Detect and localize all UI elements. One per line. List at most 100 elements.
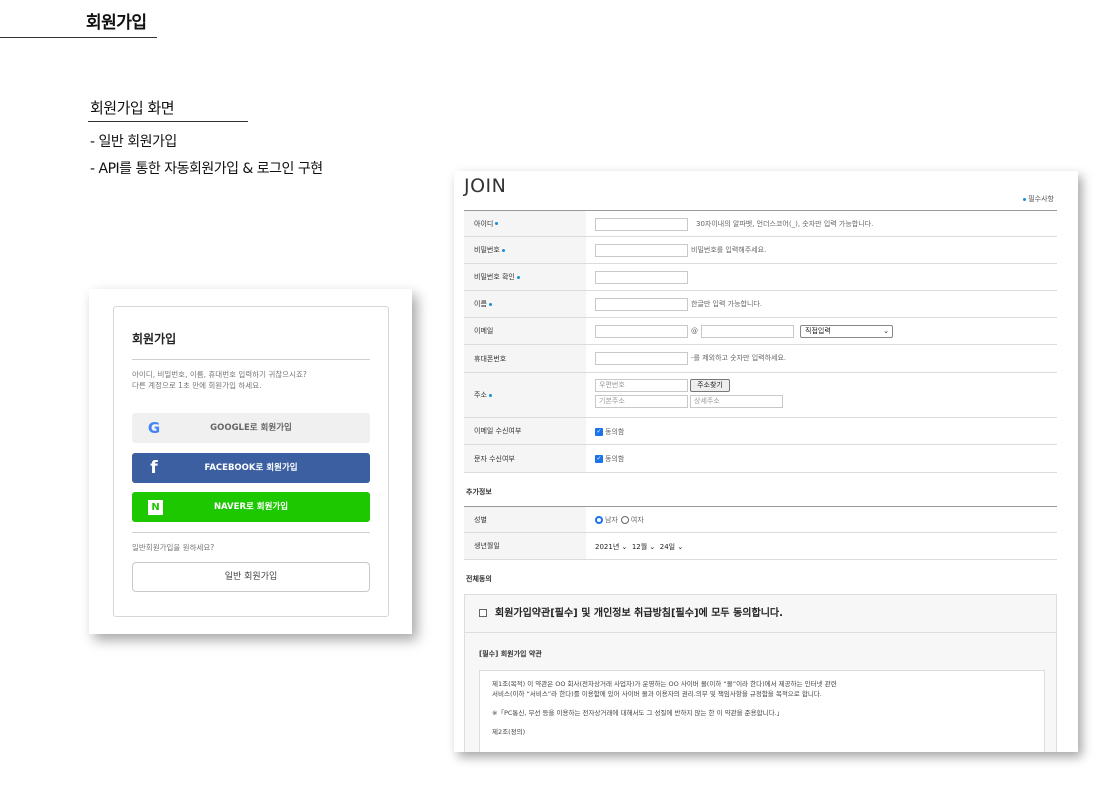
description-line: 다른 계정으로 1초 만에 회원가입 하세요. [132,381,262,390]
gender-female-label: 여자 [630,516,644,524]
facebook-signup-button[interactable]: f FACEBOOK로 회원가입 [132,453,370,483]
gender-radio-group: 남자 여자 [595,515,644,525]
required-dot-icon [495,222,499,225]
agree-heading: 전체동의 [466,575,492,583]
gender-male-label: 남자 [605,516,618,524]
signup-card-description: 아이디, 비밀번호, 이름, 휴대번호 입력하기 귀찮으시죠? 다른 계정으로 … [132,369,372,391]
terms-line: 제2조(정의) [492,728,526,736]
password-confirm-label: 비밀번호 확인 [464,264,586,290]
google-signup-button[interactable]: G GOOGLE로 회원가입 [132,413,370,443]
id-hint: 30자이내의 알파벳, 언더스코어(_), 숫자만 입력 가능합니다. [696,220,874,228]
facebook-signup-label: FACEBOOK로 회원가입 [204,463,298,473]
required-note: 필수사항 [1021,194,1054,204]
checkbox-checked-icon: ✓ [595,428,603,436]
section-title: 회원가입 화면 [90,99,175,117]
terms-line: ※「PC통신, 무선 등을 이용하는 전자상거래에 대해서도 그 성질에 반하지… [492,709,784,717]
gender-cell: 남자 여자 [595,507,1057,532]
signup-card-title: 회원가입 [132,332,177,346]
address-label: 주소 [464,373,586,417]
email-receive-value: 동의함 [605,428,625,436]
email-domain-input[interactable] [701,325,794,338]
radio-selected-icon[interactable] [595,516,603,524]
phone-cell: -를 제외하고 숫자만 입력하세요. [595,345,1057,372]
email-cell: @ 직접입력 ⌄ [595,318,1057,344]
id-input[interactable] [595,218,688,231]
extra-info-heading: 추가정보 [466,488,492,496]
required-note-label: 필수사항 [1028,195,1054,203]
birth-month-value: 12월 [631,543,648,551]
join-title: JOIN [464,175,507,197]
chevron-down-icon: ⌄ [621,543,628,551]
agree-all-checkbox[interactable]: 회원가입약관[필수] 및 개인정보 취급방침[필수]에 모두 동의합니다. [465,595,1056,633]
divider [132,532,370,533]
birth-day-select[interactable]: 24일 ⌄ [660,543,683,551]
form-row-id: 아이디 30자이내의 알파벳, 언더스코어(_), 숫자만 입력 가능합니다. [464,210,1057,237]
sms-receive-label: 문자 수신여부 [464,445,586,472]
description-line: 아이디, 비밀번호, 이름, 휴대번호 입력하기 귀찮으시죠? [132,370,307,379]
phone-label: 휴대폰번호 [464,345,586,372]
google-icon: G [147,419,161,437]
email-label: 이메일 [464,318,586,344]
address-cell: 우편번호 주소찾기 기본주소 상세주소 [595,373,1057,417]
google-signup-label: GOOGLE로 회원가입 [210,423,292,433]
name-input[interactable] [595,298,688,311]
bullet-api-signup: - API를 통한 자동회원가입 & 로그인 구현 [90,161,323,177]
detail-address-input[interactable]: 상세주소 [690,395,783,408]
radio-unselected-icon[interactable] [620,516,629,524]
normal-signup-button[interactable]: 일반 회원가입 [132,562,370,592]
zip-input[interactable]: 우편번호 [595,379,688,392]
facebook-icon: f [150,458,158,478]
form-row-name: 이름 한글만 입력 가능합니다. [464,291,1057,318]
email-receive-cell: ✓ 동의함 [595,418,1057,444]
sms-receive-value: 동의함 [605,455,625,463]
birth-month-select[interactable]: 12월 ⌄ [632,543,655,551]
password-input[interactable] [595,244,688,257]
form-row-password-confirm: 비밀번호 확인 [464,264,1057,291]
id-cell: 30자이내의 알파벳, 언더스코어(_), 숫자만 입력 가능합니다. [595,211,1057,236]
id-label-text: 아이디 [474,219,494,228]
form-row-email: 이메일 @ 직접입력 ⌄ [464,318,1057,345]
section-title-underline [88,121,248,122]
find-address-button[interactable]: 주소찾기 [690,379,730,392]
required-dot-icon [501,248,505,252]
form-row-gender: 성별 남자 여자 [464,506,1057,533]
email-receive-label: 이메일 수신여부 [464,418,586,444]
email-domain-select[interactable]: 직접입력 ⌄ [800,325,893,338]
form-row-password: 비밀번호 비밀번호를 입력해주세요. [464,237,1057,264]
naver-signup-button[interactable]: N NAVER로 회원가입 [132,492,370,522]
terms-line: 제1조(목적) 이 약관은 OO 회사(전자상거래 사업자)가 운영하는 OO … [492,680,837,688]
email-id-input[interactable] [595,325,688,338]
birth-selects: 2021년 ⌄ 12월 ⌄ 24일 ⌄ [595,542,683,552]
name-label: 이름 [464,291,586,317]
birth-label: 생년월일 [464,533,586,559]
phone-input[interactable] [595,352,688,365]
phone-hint: -를 제외하고 숫자만 입력하세요. [691,354,787,362]
signup-card: 회원가입 아이디, 비밀번호, 이름, 휴대번호 입력하기 귀찮으시죠? 다른 … [113,306,389,617]
naver-icon: N [148,500,163,515]
chevron-down-icon: ⌄ [649,543,656,551]
sms-receive-checkbox[interactable]: ✓ 동의함 [595,454,624,464]
address-label-text: 주소 [474,391,487,399]
required-dot-icon [488,393,492,397]
agree-all-label: 회원가입약관[필수] 및 개인정보 취급방침[필수]에 모두 동의합니다. [495,608,783,619]
terms-textarea[interactable]: 제1조(목적) 이 약관은 OO 회사(전자상거래 사업자)가 운영하는 OO … [479,670,1045,752]
password-label-text: 비밀번호 [474,246,500,254]
form-row-birth: 생년월일 2021년 ⌄ 12월 ⌄ 24일 ⌄ [464,533,1057,560]
password-label: 비밀번호 [464,237,586,263]
password-cell: 비밀번호를 입력해주세요. [595,237,1057,263]
gender-label: 성별 [464,507,586,532]
name-label-text: 이름 [474,300,487,308]
terms-line: 서비스(이하 “서비스”라 한다)를 이용함에 있어 사이버 몰과 이용자의 권… [492,690,822,698]
form-row-email-receive: 이메일 수신여부 ✓ 동의함 [464,418,1057,445]
name-cell: 한글만 입력 가능합니다. [595,291,1057,317]
password-hint: 비밀번호를 입력해주세요. [691,246,767,254]
agreement-box: 회원가입약관[필수] 및 개인정보 취급방침[필수]에 모두 동의합니다. [필… [464,594,1057,752]
base-address-input[interactable]: 기본주소 [595,395,688,408]
checkbox-checked-icon: ✓ [595,455,603,463]
birth-year-value: 2021년 [595,543,620,551]
birth-year-select[interactable]: 2021년 ⌄ [595,543,627,551]
password-confirm-input[interactable] [595,271,688,284]
naver-signup-label: NAVER로 회원가입 [213,502,289,512]
email-receive-checkbox[interactable]: ✓ 동의함 [595,427,624,437]
